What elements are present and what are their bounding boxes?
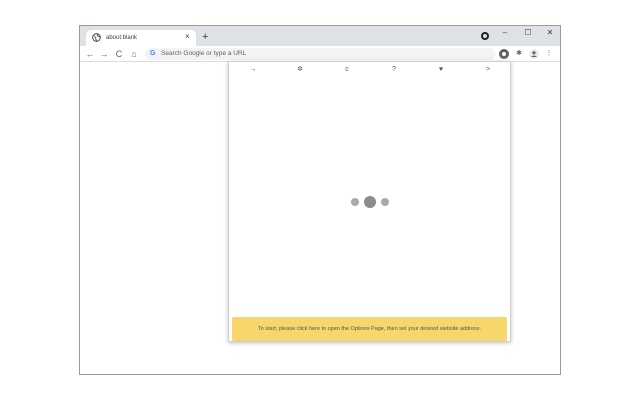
tab-search-icon[interactable]: [481, 32, 489, 40]
help-icon[interactable]: ?: [387, 64, 401, 76]
minimize-button[interactable]: –: [499, 27, 511, 39]
popup-toolbar: → ✲ c ? ♥ >: [229, 62, 510, 78]
tab-title: about:blank: [106, 35, 138, 41]
browser-toolbar: ← → C ⌂ G Search Google or type a URL ✱ …: [80, 46, 560, 62]
address-bar-placeholder: Search Google or type a URL: [161, 50, 247, 57]
heart-icon[interactable]: ♥: [434, 64, 448, 76]
spinner-dot: [381, 198, 389, 206]
spinner-dot: [364, 196, 376, 208]
gear-icon[interactable]: ✲: [293, 64, 307, 76]
home-button[interactable]: ⌂: [128, 48, 140, 60]
globe-icon: [92, 33, 101, 42]
tab-about-blank[interactable]: about:blank ×: [86, 30, 196, 46]
tab-strip: about:blank × + – ☐ ✕: [80, 26, 560, 46]
tab-close-icon[interactable]: ×: [185, 31, 190, 43]
reload-button[interactable]: C: [113, 48, 125, 60]
refresh-icon[interactable]: c: [340, 64, 354, 76]
browser-menu-icon[interactable]: ⋮: [544, 49, 554, 59]
loading-spinner: [348, 195, 393, 209]
maximize-button[interactable]: ☐: [522, 27, 534, 39]
close-window-button[interactable]: ✕: [544, 27, 556, 39]
chevron-right-icon[interactable]: >: [481, 64, 495, 76]
options-banner[interactable]: To start, please click here to open the …: [232, 317, 507, 341]
extension-active-icon[interactable]: [499, 49, 509, 59]
extension-popup: → ✲ c ? ♥ > To start, please click here …: [228, 61, 511, 342]
new-tab-button[interactable]: +: [202, 31, 208, 43]
back-button[interactable]: ←: [84, 48, 96, 60]
options-banner-text: To start, please click here to open the …: [257, 326, 482, 332]
google-icon: G: [150, 50, 156, 57]
extensions-puzzle-icon[interactable]: ✱: [514, 49, 524, 59]
profile-avatar-icon[interactable]: [529, 49, 539, 59]
forward-button[interactable]: →: [98, 48, 110, 60]
person-icon: [531, 51, 537, 57]
arrow-right-icon[interactable]: →: [246, 64, 260, 76]
spinner-dot: [351, 198, 359, 206]
address-bar[interactable]: G Search Google or type a URL: [145, 48, 495, 60]
